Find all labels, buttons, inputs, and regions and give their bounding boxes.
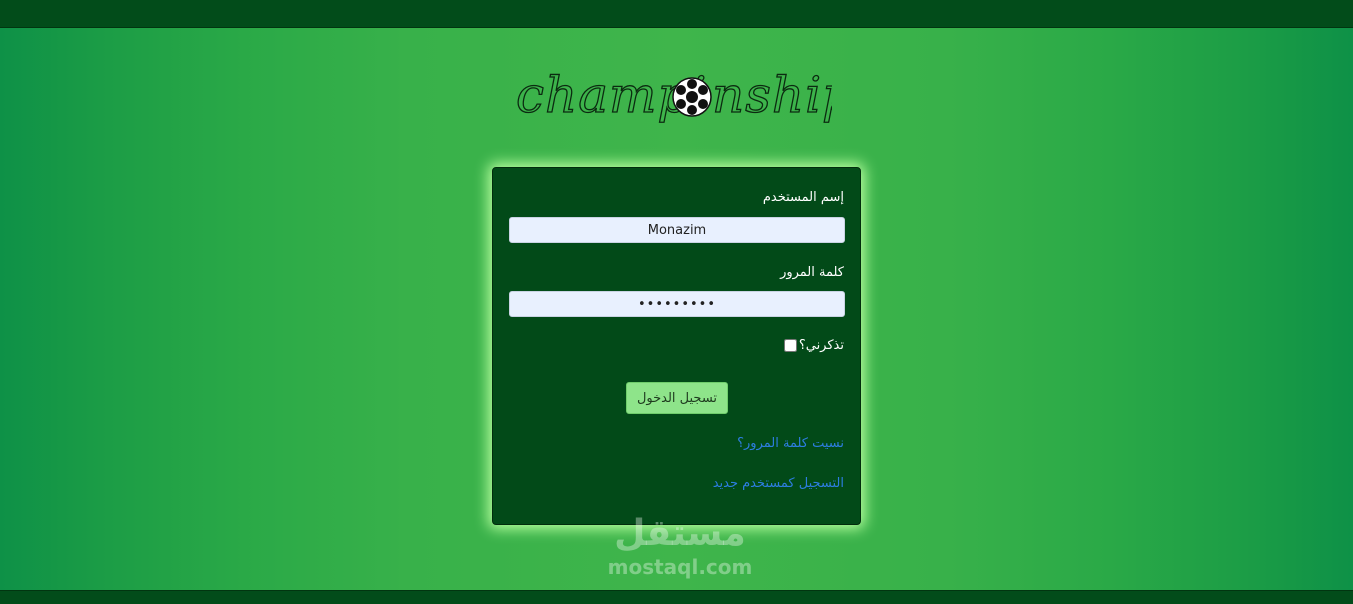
watermark-arabic: مستقل — [614, 513, 746, 554]
watermark-latin: mostaql.com — [607, 555, 753, 579]
soccer-ball-icon — [672, 77, 712, 117]
login-panel: إسم المستخدم كلمة المرور تذكرني؟ تسجيل ا… — [492, 167, 861, 525]
championship-logo: champi nship — [512, 62, 854, 137]
register-link[interactable]: التسجيل كمستخدم جديد — [713, 476, 844, 491]
bottom-bar — [0, 590, 1353, 604]
username-input[interactable] — [509, 217, 845, 243]
top-bar — [0, 0, 1353, 28]
username-label: إسم المستخدم — [762, 190, 844, 205]
logo-text-right: nship — [712, 66, 832, 124]
forgot-password-link[interactable]: نسيت كلمة المرور؟ — [737, 436, 844, 451]
password-label: كلمة المرور — [780, 265, 844, 280]
remember-label: تذكرني؟ — [798, 338, 844, 353]
remember-checkbox[interactable] — [783, 339, 797, 352]
remember-me[interactable]: تذكرني؟ — [783, 338, 844, 353]
login-button[interactable]: تسجيل الدخول — [626, 382, 728, 414]
mostaql-watermark: مستقل mostaql.com — [590, 512, 770, 592]
password-input[interactable] — [509, 291, 845, 317]
